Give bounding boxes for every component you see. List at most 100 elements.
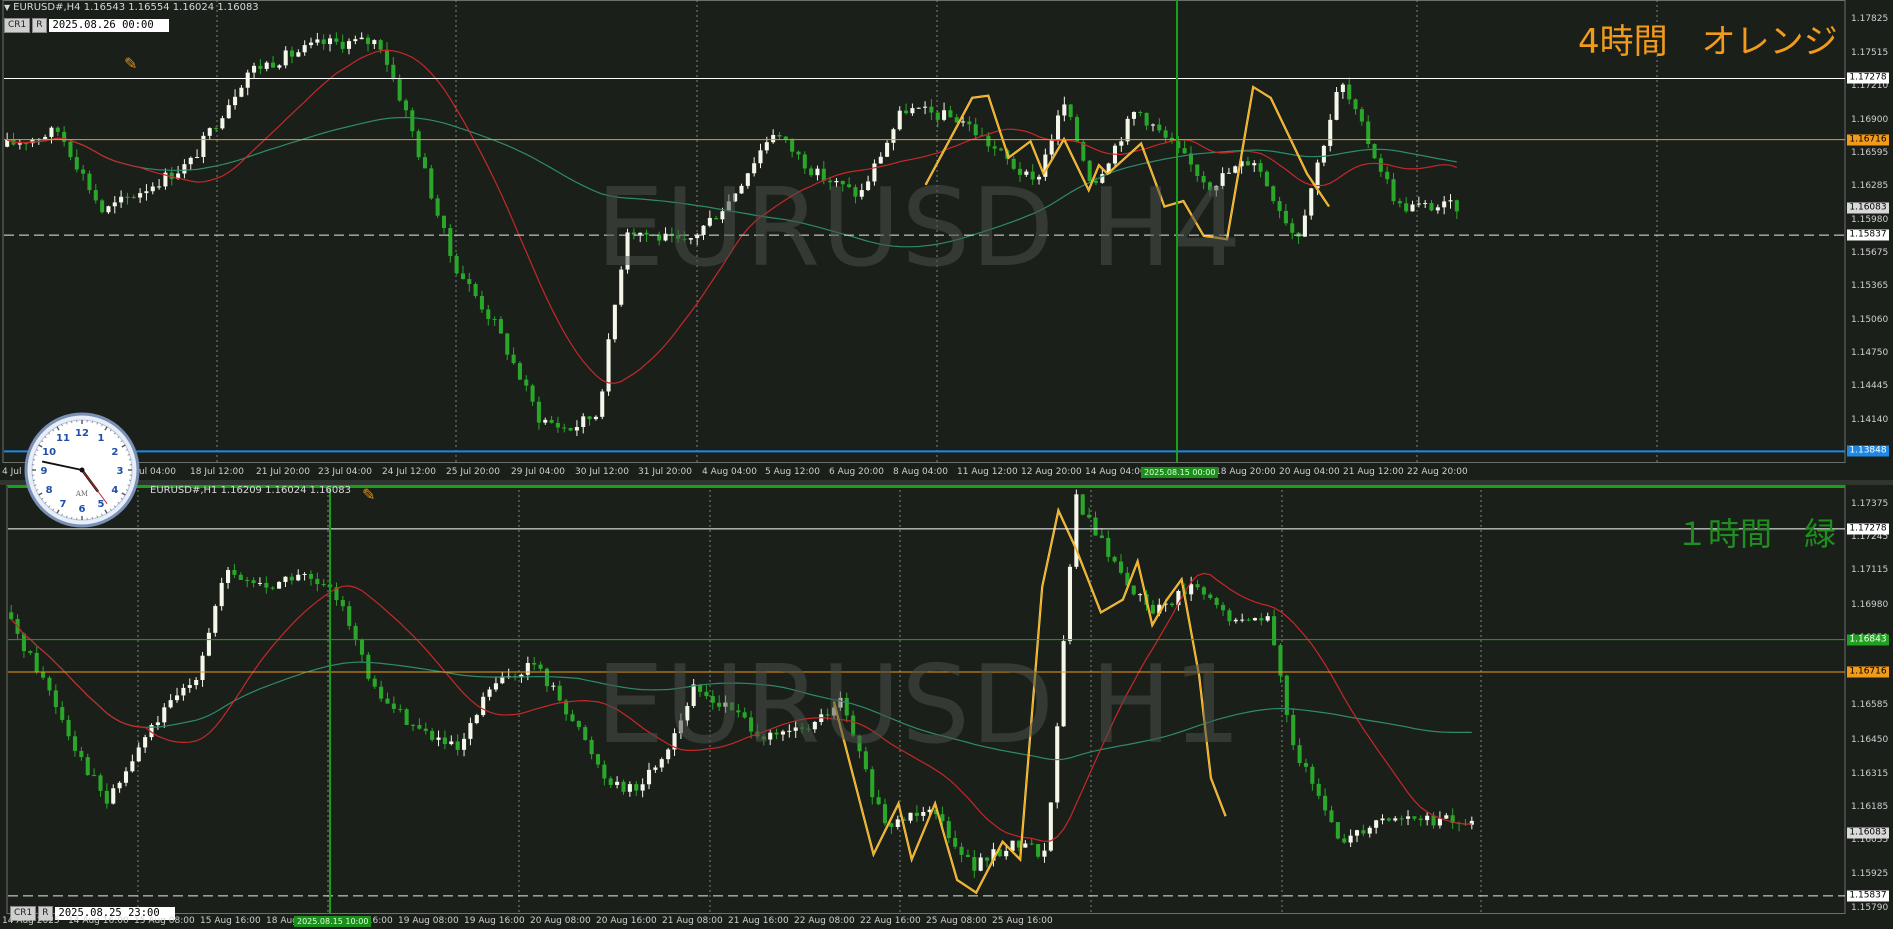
price-level-badge: 1.16716 bbox=[1847, 666, 1889, 678]
candle-body bbox=[353, 625, 358, 640]
candle-body bbox=[1361, 830, 1366, 834]
candle-body bbox=[264, 62, 269, 69]
price-axis-h4[interactable]: 1.17825 1.17515 1.17210 1.16900 1.16595 1.162… bbox=[1845, 0, 1893, 466]
candle-body bbox=[233, 96, 238, 106]
candle-body bbox=[562, 427, 567, 429]
candle-body bbox=[978, 857, 983, 871]
time-crosshair-badge: 2025.08.15 00:00 bbox=[1141, 467, 1219, 478]
candle-body bbox=[28, 651, 33, 653]
candle-body bbox=[538, 664, 543, 669]
candle-body bbox=[878, 156, 883, 164]
candle-body bbox=[986, 135, 991, 147]
chart-eurusd-h4[interactable]: ▼ EURUSD#,H4 1.16543 1.16554 1.16024 1.16… bbox=[0, 0, 1893, 480]
candle-body bbox=[568, 428, 573, 431]
time-tick-label: 20 Aug 04:00 bbox=[1279, 467, 1340, 477]
candle-body bbox=[359, 639, 365, 655]
time-tick-label: 4 Aug 04:00 bbox=[702, 467, 757, 477]
candle-body bbox=[1310, 766, 1315, 784]
candle-body bbox=[1004, 850, 1009, 857]
time-tick-label: 18 Jul 12:00 bbox=[190, 467, 244, 477]
time-tick-label: 23 Jul 04:00 bbox=[318, 467, 372, 477]
pin-icon[interactable]: ✎ bbox=[362, 485, 375, 504]
candle-body bbox=[600, 391, 605, 417]
candle-body bbox=[442, 737, 447, 745]
price-tick-label: 1.17515 bbox=[1851, 47, 1889, 58]
candle-body bbox=[1062, 104, 1067, 116]
candle-body bbox=[935, 112, 940, 120]
price-tick-label: 1.16585 bbox=[1851, 700, 1889, 711]
candle-body bbox=[174, 695, 180, 701]
candle-body bbox=[646, 769, 652, 785]
price-tick-label: 1.14750 bbox=[1851, 348, 1889, 359]
candle-body bbox=[882, 804, 888, 824]
candle-body bbox=[195, 156, 200, 158]
candle-body bbox=[321, 584, 326, 586]
price-tick-label: 1.17375 bbox=[1851, 499, 1889, 510]
candle-body bbox=[511, 354, 516, 364]
price-level-badge: 1.16716 bbox=[1847, 134, 1889, 146]
candle-body bbox=[870, 769, 875, 798]
candle-body bbox=[473, 284, 478, 297]
price-axis-h1[interactable]: 1.173751.172451.171151.169801.168501.167… bbox=[1845, 485, 1893, 915]
candle-body bbox=[168, 700, 173, 708]
chart-eurusd-h1[interactable]: EURUSD#,H1 1.16209 1.16024 1.16083 CR1 R… bbox=[0, 485, 1893, 929]
candle-body bbox=[1444, 815, 1449, 819]
candle-body bbox=[576, 721, 581, 728]
candle-body bbox=[353, 39, 358, 42]
time-axis-h1[interactable]: 14 Aug 2025 14 Aug 16:00 15 Aug 08:00 15 Au… bbox=[0, 915, 1845, 929]
symbol-ohlc-h4: EURUSD#,H4 1.16543 1.16554 1.16024 1.160… bbox=[13, 2, 259, 13]
candle-body bbox=[379, 686, 384, 699]
candle-body bbox=[429, 168, 434, 199]
collapse-triangle-icon[interactable]: ▼ bbox=[4, 3, 10, 12]
price-tick-label: 1.15365 bbox=[1851, 281, 1889, 292]
clock-ampm: AM bbox=[75, 490, 88, 498]
chart-header-h1: EURUSD#,H1 1.16209 1.16024 1.16083 bbox=[150, 485, 351, 496]
candle-body bbox=[1252, 618, 1257, 621]
time-tick-label: 14 Aug 04:00 bbox=[1085, 467, 1146, 477]
candle-body bbox=[796, 151, 801, 155]
candle-body bbox=[17, 143, 22, 145]
price-tick-label: 1.16900 bbox=[1851, 114, 1889, 125]
pin-icon[interactable]: ✎ bbox=[124, 54, 137, 73]
candle-body bbox=[532, 662, 537, 665]
candle-body bbox=[1404, 203, 1409, 212]
candle-body bbox=[574, 427, 579, 431]
candle-body bbox=[525, 662, 530, 675]
candle-body bbox=[213, 606, 218, 633]
candle-body bbox=[885, 142, 890, 157]
datetime-field-h4[interactable]: 2025.08.26 00:00 bbox=[48, 18, 169, 32]
candle-body bbox=[1150, 124, 1155, 126]
candle-body bbox=[1302, 215, 1307, 237]
clock-numeral: 6 bbox=[79, 504, 86, 515]
candle-body bbox=[1437, 818, 1442, 826]
price-tick-label: 1.16450 bbox=[1851, 734, 1889, 745]
candle-body bbox=[999, 148, 1004, 151]
candle-body bbox=[79, 750, 84, 758]
candle-body bbox=[1246, 619, 1251, 621]
candle-body bbox=[758, 150, 763, 164]
candle-body bbox=[92, 775, 97, 777]
candle-body bbox=[391, 703, 396, 709]
clock-icon[interactable]: 12 12 3 45 6 78 9 1011 AM bbox=[24, 412, 140, 528]
candle-body bbox=[1278, 645, 1283, 676]
candle-body bbox=[1378, 158, 1383, 172]
candle-body bbox=[403, 100, 409, 111]
candle-body bbox=[908, 812, 913, 821]
candle-body bbox=[1291, 714, 1296, 746]
candle-body bbox=[1380, 818, 1385, 821]
candle-body bbox=[1334, 92, 1339, 120]
candle-body bbox=[1416, 203, 1421, 205]
candle-body bbox=[1163, 130, 1168, 138]
candle-body bbox=[201, 135, 206, 157]
cr1-button[interactable]: CR1 bbox=[4, 17, 31, 33]
candle-body bbox=[214, 128, 219, 130]
candle-body bbox=[340, 600, 345, 607]
clock-numeral: 7 bbox=[60, 499, 67, 510]
candle-body bbox=[946, 821, 951, 839]
candle-body bbox=[1042, 850, 1047, 857]
candle-body bbox=[904, 110, 909, 114]
time-axis-h4[interactable]: 4 Jul 202517 Jul 04:0018 Jul 12:0021 Jul… bbox=[0, 466, 1845, 480]
r-button[interactable]: R bbox=[32, 17, 47, 33]
candle-body bbox=[1272, 616, 1277, 646]
candle-body bbox=[422, 157, 427, 169]
